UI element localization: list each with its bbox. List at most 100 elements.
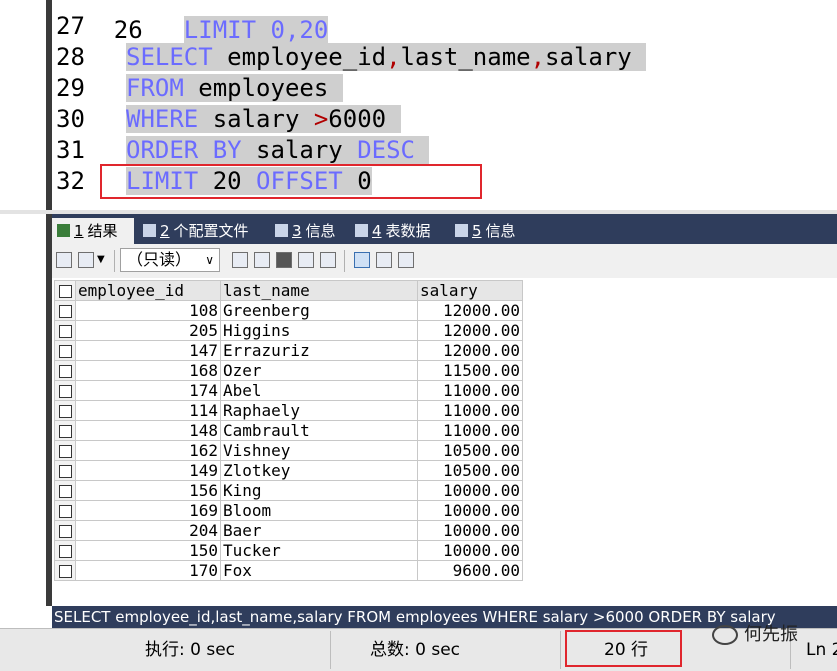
tab-3[interactable]: 3 信息	[270, 218, 346, 244]
cell-employee-id[interactable]: 162	[75, 440, 221, 461]
row-checkbox[interactable]	[54, 340, 76, 361]
cell-last-name[interactable]: Baer	[220, 520, 418, 541]
table-row[interactable]: 204 Baer 10000.00	[54, 520, 523, 541]
cell-salary[interactable]: 10500.00	[417, 460, 523, 481]
export-icon[interactable]	[56, 252, 72, 268]
cell-salary[interactable]: 12000.00	[417, 340, 523, 361]
cell-salary[interactable]: 11000.00	[417, 400, 523, 421]
cell-salary[interactable]: 12000.00	[417, 320, 523, 341]
row-checkbox[interactable]	[54, 500, 76, 521]
sql-keyword: ORDER	[126, 136, 199, 164]
cell-employee-id[interactable]: 150	[75, 540, 221, 561]
cell-employee-id[interactable]: 114	[75, 400, 221, 421]
cell-salary[interactable]: 10000.00	[417, 500, 523, 521]
row-checkbox[interactable]	[54, 420, 76, 441]
readonly-mode-select[interactable]: （只读） ∨	[120, 248, 220, 272]
tab-1[interactable]: 1 结果	[52, 218, 134, 244]
table-row[interactable]: 149 Zlotkey 10500.00	[54, 460, 523, 481]
row-checkbox[interactable]	[54, 440, 76, 461]
insert-row-icon[interactable]	[232, 252, 248, 268]
duplicate-row-icon[interactable]	[254, 252, 270, 268]
exec-time: 执行: 0 sec	[145, 640, 236, 660]
table-row[interactable]: 162 Vishney 10500.00	[54, 440, 523, 461]
code-line: 29 FROM employees	[52, 73, 343, 104]
select-all-checkbox[interactable]	[54, 280, 76, 301]
column-header-employee-id[interactable]: employee_id	[75, 280, 221, 301]
tab-2[interactable]: 2 个配置文件	[138, 218, 266, 244]
table-row[interactable]: 170 Fox 9600.00	[54, 560, 523, 581]
cell-employee-id[interactable]: 148	[75, 420, 221, 441]
cell-last-name[interactable]: Vishney	[220, 440, 418, 461]
row-checkbox[interactable]	[54, 360, 76, 381]
table-row[interactable]: 174 Abel 11000.00	[54, 380, 523, 401]
text-view-icon[interactable]	[398, 252, 414, 268]
cell-employee-id[interactable]: 156	[75, 480, 221, 501]
cell-employee-id[interactable]: 204	[75, 520, 221, 541]
column-header-salary[interactable]: salary	[417, 280, 523, 301]
cell-last-name[interactable]: Cambrault	[220, 420, 418, 441]
tab-5[interactable]: 5 信息	[450, 218, 526, 244]
table-row[interactable]: 148 Cambrault 11000.00	[54, 420, 523, 441]
column-header-last-name[interactable]: last_name	[220, 280, 418, 301]
cell-salary[interactable]: 9600.00	[417, 560, 523, 581]
row-checkbox[interactable]	[54, 460, 76, 481]
save-icon[interactable]	[276, 252, 292, 268]
form-view-icon[interactable]	[376, 252, 392, 268]
import-icon[interactable]	[78, 252, 94, 268]
table-row[interactable]: 108 Greenberg 12000.00	[54, 300, 523, 321]
table-row[interactable]: 205 Higgins 12000.00	[54, 320, 523, 341]
row-checkbox[interactable]	[54, 560, 76, 581]
sql-editor[interactable]: 26 LIMIT 0,20 27 28 SELECT employee_id,last…	[0, 0, 837, 213]
cell-employee-id[interactable]: 168	[75, 360, 221, 381]
table-row[interactable]: 168 Ozer 11500.00	[54, 360, 523, 381]
cell-salary[interactable]: 11000.00	[417, 380, 523, 401]
delete-icon[interactable]	[298, 252, 314, 268]
dropdown-icon[interactable]: ▼	[97, 254, 105, 265]
cell-salary[interactable]: 10000.00	[417, 520, 523, 541]
cell-last-name[interactable]: Raphaely	[220, 400, 418, 421]
grid-view-icon[interactable]	[354, 252, 370, 268]
cell-last-name[interactable]: Abel	[220, 380, 418, 401]
table-row[interactable]: 114 Raphaely 11000.00	[54, 400, 523, 421]
row-checkbox[interactable]	[54, 380, 76, 401]
table-row[interactable]: 156 King 10000.00	[54, 480, 523, 501]
cell-employee-id[interactable]: 108	[75, 300, 221, 321]
cell-salary[interactable]: 10000.00	[417, 540, 523, 561]
cell-last-name[interactable]: King	[220, 480, 418, 501]
cell-salary[interactable]: 11500.00	[417, 360, 523, 381]
table-row[interactable]: 169 Bloom 10000.00	[54, 500, 523, 521]
cell-salary[interactable]: 12000.00	[417, 300, 523, 321]
row-checkbox[interactable]	[54, 300, 76, 321]
tab-4[interactable]: 4 表数据	[350, 218, 446, 244]
cell-salary[interactable]: 11000.00	[417, 420, 523, 441]
cell-last-name[interactable]: Zlotkey	[220, 460, 418, 481]
table-row[interactable]: 150 Tucker 10000.00	[54, 540, 523, 561]
table-row[interactable]: 147 Errazuriz 12000.00	[54, 340, 523, 361]
row-checkbox[interactable]	[54, 540, 76, 561]
row-checkbox[interactable]	[54, 520, 76, 541]
readonly-mode-label: （只读）	[127, 250, 192, 269]
cell-last-name[interactable]: Errazuriz	[220, 340, 418, 361]
cell-employee-id[interactable]: 169	[75, 500, 221, 521]
cell-last-name[interactable]: Fox	[220, 560, 418, 581]
row-checkbox[interactable]	[54, 400, 76, 421]
cell-last-name[interactable]: Greenberg	[220, 300, 418, 321]
cell-employee-id[interactable]: 174	[75, 380, 221, 401]
row-checkbox[interactable]	[54, 480, 76, 501]
cell-employee-id[interactable]: 147	[75, 340, 221, 361]
cancel-icon[interactable]	[320, 252, 336, 268]
tab-number: 5	[472, 222, 482, 240]
cell-employee-id[interactable]: 205	[75, 320, 221, 341]
cell-employee-id[interactable]: 170	[75, 560, 221, 581]
code-text: SELECT employee_id,last_name,salary	[126, 43, 647, 71]
cell-salary[interactable]: 10000.00	[417, 480, 523, 501]
cell-last-name[interactable]: Tucker	[220, 540, 418, 561]
row-count-highlight-box	[565, 630, 682, 667]
cell-employee-id[interactable]: 149	[75, 460, 221, 481]
cell-last-name[interactable]: Ozer	[220, 360, 418, 381]
cell-last-name[interactable]: Higgins	[220, 320, 418, 341]
sql-keyword: WHERE	[126, 105, 199, 133]
cell-last-name[interactable]: Bloom	[220, 500, 418, 521]
cell-salary[interactable]: 10500.00	[417, 440, 523, 461]
row-checkbox[interactable]	[54, 320, 76, 341]
